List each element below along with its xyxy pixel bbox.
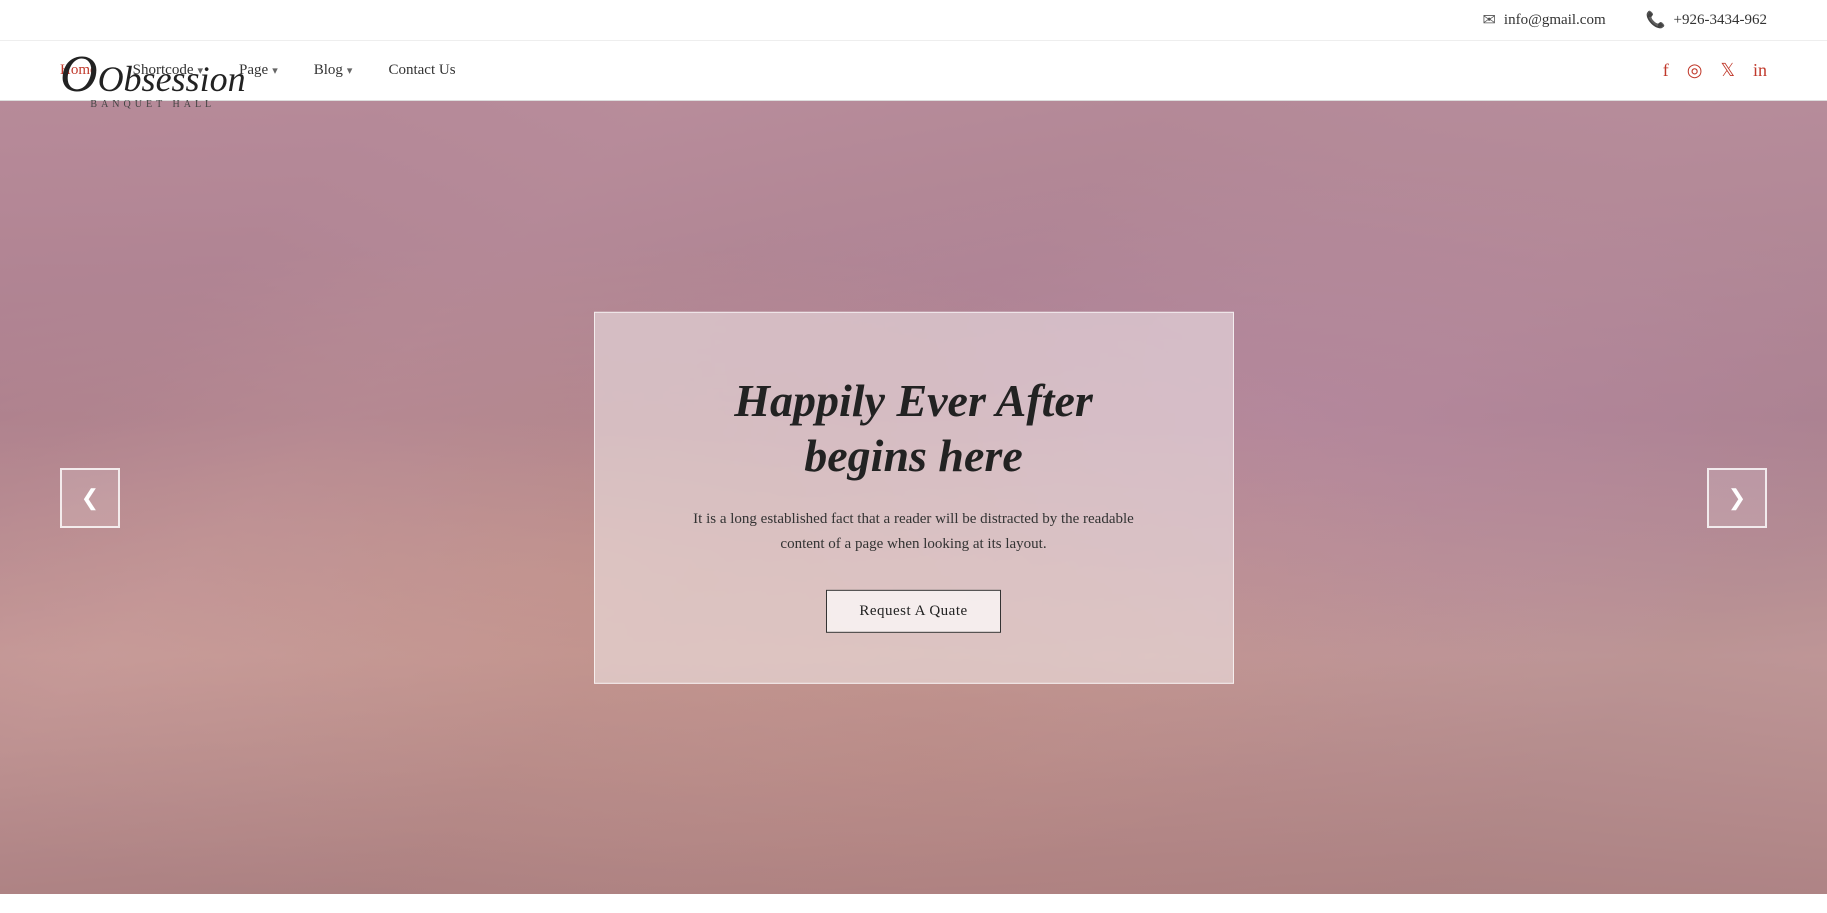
nav-social: f ◎ 𝕏 in	[1663, 60, 1767, 81]
nav-blog-link[interactable]: Blog ▾	[314, 62, 353, 79]
facebook-icon[interactable]: f	[1663, 60, 1669, 81]
navigation: Home Shortcode ▾ Page ▾ Blog ▾	[0, 41, 1827, 101]
next-arrow-icon: ❯	[1728, 485, 1746, 511]
phone-icon: 📞	[1646, 10, 1666, 30]
twitter-icon[interactable]: 𝕏	[1720, 60, 1735, 81]
hero-content-box: Happily Ever After begins here It is a l…	[594, 311, 1234, 683]
hero-subtitle: It is a long established fact that a rea…	[675, 507, 1153, 558]
email-contact: ✉ info@gmail.com	[1483, 10, 1606, 30]
phone-contact: 📞 +926-3434-962	[1646, 10, 1767, 30]
prev-slide-button[interactable]: ❮	[60, 468, 120, 528]
prev-arrow-icon: ❮	[81, 485, 99, 511]
phone-text: +926-3434-962	[1674, 12, 1767, 29]
logo-text: OObsession	[60, 49, 246, 101]
linkedin-icon[interactable]: in	[1753, 60, 1767, 81]
instagram-icon[interactable]: ◎	[1687, 60, 1703, 81]
hero-section: ❮ ❯ Happily Ever After begins here It is…	[0, 101, 1827, 894]
blog-chevron-icon: ▾	[347, 64, 353, 77]
email-icon: ✉	[1483, 10, 1496, 30]
next-slide-button[interactable]: ❯	[1707, 468, 1767, 528]
nav-contact-link[interactable]: Contact Us	[388, 62, 455, 79]
request-quote-button[interactable]: Request A Quate	[826, 590, 1000, 633]
nav-wrapper: OObsession Banquet Hall Home Shortcode ▾…	[0, 41, 1827, 101]
logo-brand: Obsession	[98, 59, 246, 99]
nav-item-contact[interactable]: Contact Us	[388, 62, 455, 79]
hero-title: Happily Ever After begins here	[675, 372, 1153, 482]
top-bar: ✉ info@gmail.com 📞 +926-3434-962	[0, 0, 1827, 41]
logo-O: O	[60, 46, 98, 103]
email-text: info@gmail.com	[1504, 12, 1606, 29]
logo[interactable]: OObsession Banquet Hall	[60, 49, 246, 110]
nav-item-blog[interactable]: Blog ▾	[314, 62, 353, 79]
page-chevron-icon: ▾	[272, 64, 278, 77]
